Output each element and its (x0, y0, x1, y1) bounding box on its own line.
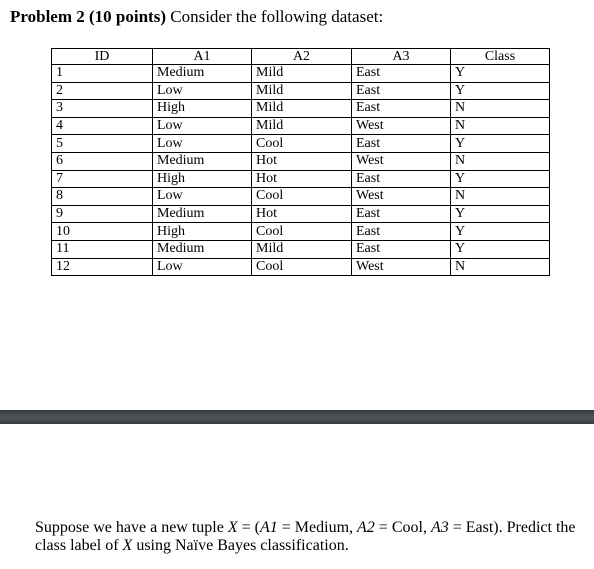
cell-class: Y (450, 222, 550, 241)
cell-class: Y (450, 81, 550, 101)
table-row: 7 High Hot East Y (51, 169, 550, 189)
cell-a2: Mild (251, 81, 352, 101)
cell-a3: East (351, 134, 451, 153)
table-row: 9 Medium Hot East Y (51, 204, 550, 224)
table-row: 5 Low Cool East Y (51, 134, 550, 153)
var-x: X (122, 537, 133, 554)
question-part: = Cool, (374, 519, 431, 536)
var-a3: A3 (430, 519, 449, 536)
cell-class: N (450, 116, 550, 136)
cell-a2: Mild (251, 64, 352, 83)
cell-class: N (450, 99, 550, 118)
cell-class: N (450, 187, 550, 206)
problem-heading: Problem 2 (10 points) Consider the follo… (10, 7, 383, 27)
table-row: 1 Medium Mild East Y (51, 64, 550, 83)
cell-a2: Mild (251, 116, 352, 136)
dataset-table: ID A1 A2 A3 Class 1 Medium Mild East Y 2 Low Mi… (51, 48, 550, 277)
cell-a2: Hot (251, 151, 352, 171)
cell-class: Y (450, 64, 550, 83)
question-text: Suppose we have a new tuple X = (A1 = Me… (35, 519, 590, 555)
cell-a2: Hot (251, 204, 352, 224)
cell-a3: East (351, 204, 451, 224)
cell-a1: High (152, 99, 252, 118)
cell-a3: West (351, 187, 451, 206)
cell-a1: Low (152, 134, 252, 153)
var-a1: A1 (259, 519, 278, 536)
cell-class: Y (450, 169, 550, 189)
cell-id: 1 (51, 64, 153, 83)
cell-class: N (450, 151, 550, 171)
table-row: 12 Low Cool West N (51, 257, 550, 277)
table-row: 3 High Mild East N (51, 99, 550, 118)
header-a1: A1 (152, 48, 252, 65)
cell-id: 10 (51, 222, 153, 241)
cell-id: 6 (51, 151, 153, 171)
cell-class: Y (450, 239, 550, 259)
cell-a1: High (152, 169, 252, 189)
cell-id: 12 (51, 257, 153, 277)
cell-a2: Hot (251, 169, 352, 189)
table-row: 10 High Cool East Y (51, 222, 550, 241)
var-x: X (227, 519, 238, 536)
cell-a1: High (152, 222, 252, 241)
header-a3: A3 (351, 48, 451, 65)
cell-id: 3 (51, 99, 153, 118)
problem-label: Problem 2 (10 points) (10, 7, 166, 26)
cell-a2: Mild (251, 99, 352, 118)
cell-a3: East (351, 99, 451, 118)
cell-a3: East (351, 81, 451, 101)
problem-intro: Consider the following dataset: (166, 7, 384, 26)
cell-a1: Medium (152, 204, 252, 224)
cell-a3: East (351, 222, 451, 241)
cell-a3: East (351, 169, 451, 189)
cell-a3: East (351, 239, 451, 259)
header-id: ID (51, 48, 153, 65)
cell-id: 9 (51, 204, 153, 224)
cell-class: Y (450, 134, 550, 153)
table-row: 4 Low Mild West N (51, 116, 550, 136)
header-class: Class (450, 48, 550, 65)
cell-a1: Low (152, 116, 252, 136)
cell-a2: Cool (251, 257, 352, 277)
cell-class: Y (450, 204, 550, 224)
cell-id: 2 (51, 81, 153, 101)
cell-id: 7 (51, 169, 153, 189)
cell-a1: Medium (152, 239, 252, 259)
question-part: = Medium, (277, 519, 358, 536)
question-part: = ( (237, 519, 260, 536)
var-a2: A2 (357, 519, 375, 536)
table-row: 8 Low Cool West N (51, 187, 550, 206)
cell-a3: East (351, 64, 451, 83)
cell-a3: West (351, 257, 451, 277)
cell-class: N (450, 257, 550, 277)
header-a2: A2 (251, 48, 352, 65)
cell-a1: Low (152, 187, 252, 206)
table-row: 11 Medium Mild East Y (51, 239, 550, 259)
table-header-row: ID A1 A2 A3 Class (51, 48, 550, 65)
question-part: Suppose we have a new tuple (35, 519, 228, 536)
page-divider-bar (0, 410, 594, 424)
cell-a2: Cool (251, 222, 352, 241)
cell-a2: Cool (251, 134, 352, 153)
cell-id: 11 (51, 239, 153, 259)
cell-a1: Low (152, 81, 252, 101)
cell-a3: West (351, 116, 451, 136)
cell-id: 4 (51, 116, 153, 136)
cell-a1: Medium (152, 64, 252, 83)
cell-a2: Mild (251, 239, 352, 259)
question-part: using Naïve Bayes classification. (132, 537, 349, 554)
table-row: 2 Low Mild East Y (51, 81, 550, 101)
cell-id: 8 (51, 187, 153, 206)
table-row: 6 Medium Hot West N (51, 151, 550, 171)
cell-a3: West (351, 151, 451, 171)
cell-id: 5 (51, 134, 153, 153)
cell-a1: Low (152, 257, 252, 277)
cell-a1: Medium (152, 151, 252, 171)
cell-a2: Cool (251, 187, 352, 206)
